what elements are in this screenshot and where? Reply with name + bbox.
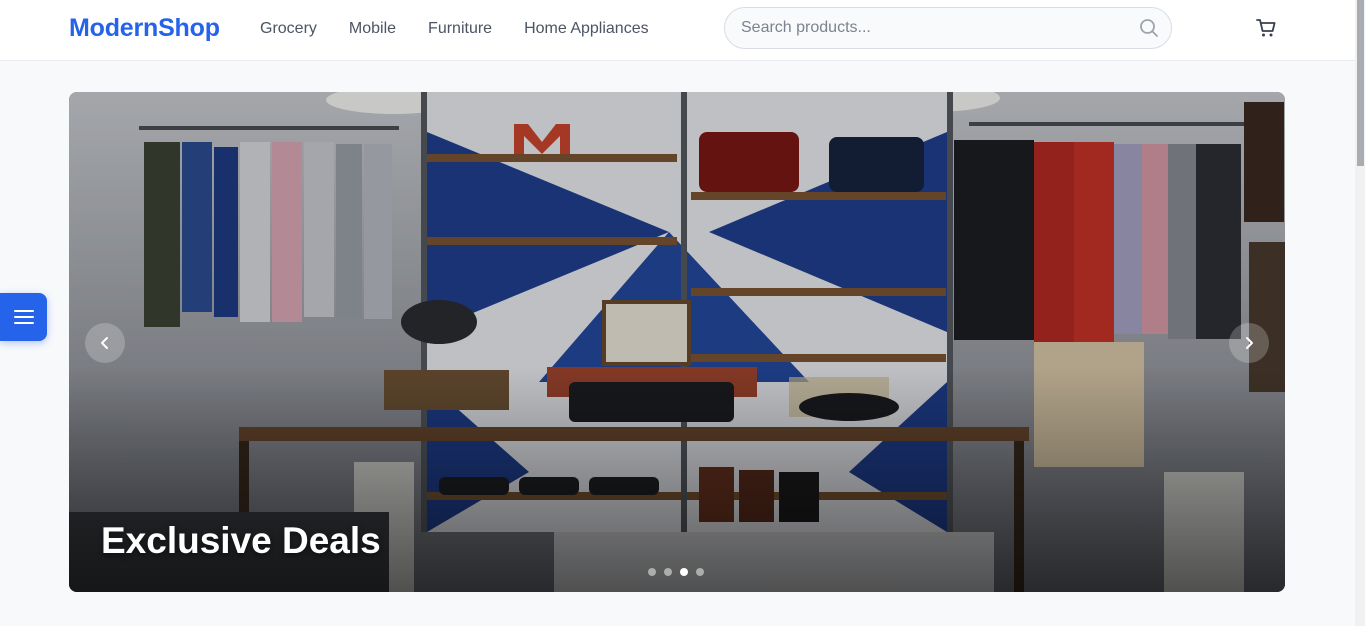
carousel-dot-2[interactable] [664, 568, 672, 576]
carousel-indicators [648, 568, 704, 576]
carousel-dot-3[interactable] [680, 568, 688, 576]
site-header: ModernShop Grocery Mobile Furniture Home… [0, 0, 1355, 61]
carousel-dot-1[interactable] [648, 568, 656, 576]
search-input[interactable] [741, 8, 1131, 48]
carousel-dot-4[interactable] [696, 568, 704, 576]
carousel-prev-button[interactable] [85, 323, 125, 363]
scrollbar-thumb[interactable] [1357, 0, 1364, 166]
logo[interactable]: ModernShop [69, 14, 220, 43]
search-icon[interactable] [1139, 18, 1159, 38]
main-nav: Grocery Mobile Furniture Home Appliances [260, 19, 681, 39]
nav-link-grocery[interactable]: Grocery [260, 19, 317, 39]
nav-link-mobile[interactable]: Mobile [349, 19, 396, 39]
chevron-right-icon [1246, 337, 1253, 349]
hero-image [69, 92, 1285, 592]
side-menu-button[interactable] [0, 293, 47, 341]
nav-link-home-appliances[interactable]: Home Appliances [524, 19, 649, 39]
search-bar [724, 7, 1172, 49]
hero-title: Exclusive Deals [101, 520, 381, 561]
chevron-left-icon [101, 337, 108, 349]
carousel-next-button[interactable] [1229, 323, 1269, 363]
page-scrollbar[interactable] [1355, 0, 1365, 626]
nav-link-furniture[interactable]: Furniture [428, 19, 492, 39]
cart-icon[interactable] [1255, 17, 1277, 39]
hamburger-menu-icon [13, 310, 34, 324]
hero-carousel: Exclusive Deals [69, 92, 1285, 592]
